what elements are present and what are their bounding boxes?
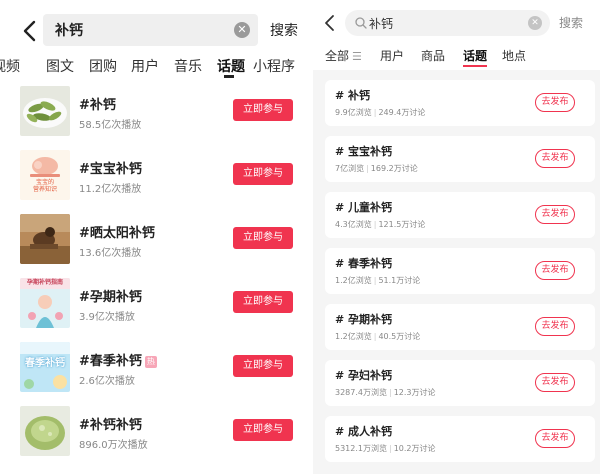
- topic-title: #孕期补钙: [79, 290, 142, 305]
- join-button[interactable]: 立即参与: [233, 99, 293, 121]
- topic-stats: 5312.1万浏览 | 10.2万讨论: [335, 444, 436, 453]
- tab-mini-program[interactable]: 小程序: [253, 56, 295, 76]
- thumbnail-caption: 孕期补钙指南: [26, 279, 63, 286]
- tab-bar: 视频 图文 团购 用户 音乐 话题 小程序: [0, 52, 305, 80]
- tab-products[interactable]: 商品: [421, 47, 445, 64]
- topic-thumbnail: 孕期补钙指南: [20, 278, 70, 328]
- thumbnail-caption: 宝宝的 营养知识: [32, 179, 57, 193]
- join-button[interactable]: 立即参与: [233, 227, 293, 249]
- search-input[interactable]: 补钙: [55, 20, 83, 40]
- clear-icon[interactable]: ✕: [234, 22, 250, 38]
- join-button[interactable]: 立即参与: [233, 419, 293, 441]
- topic-thumbnail: 宝宝的 营养知识: [20, 150, 70, 200]
- topic-play-count: 896.0万次播放: [79, 440, 148, 451]
- topic-card[interactable]: # 孕期补钙 1.2亿浏览 | 40.5万讨论 去发布: [325, 304, 595, 350]
- topic-item[interactable]: 春季补钙 #春季补钙热 2.6亿次播放 立即参与: [0, 342, 305, 404]
- topic-title: # 孕妇补钙: [335, 369, 393, 382]
- topic-card[interactable]: # 宝宝补钙 7亿浏览 | 169.2万讨论 去发布: [325, 136, 595, 182]
- publish-button[interactable]: 去发布: [535, 205, 575, 224]
- search-button[interactable]: 搜索: [270, 20, 298, 40]
- thumbnail-caption: 春季补钙: [25, 358, 65, 369]
- topic-item[interactable]: 宝宝的 营养知识 #宝宝补钙 11.2亿次播放 立即参与: [0, 150, 305, 212]
- topic-thumbnail: [20, 214, 70, 264]
- search-box[interactable]: 补钙 ✕: [43, 14, 258, 46]
- topic-stats: 9.9亿浏览 | 249.4万讨论: [335, 108, 426, 117]
- chevron-left-icon: [325, 15, 334, 31]
- topic-play-count: 58.5亿次播放: [79, 120, 142, 131]
- tab-group-buy[interactable]: 团购: [89, 56, 117, 76]
- topic-item[interactable]: 孕期补钙指南 #孕期补钙 3.9亿次播放 立即参与: [0, 278, 305, 340]
- topic-title: #补钙补钙: [79, 418, 142, 433]
- topic-title: #春季补钙热: [79, 354, 157, 369]
- tab-users[interactable]: 用户: [131, 56, 159, 76]
- tab-music[interactable]: 音乐: [174, 56, 202, 76]
- join-button[interactable]: 立即参与: [233, 291, 293, 313]
- publish-button[interactable]: 去发布: [535, 373, 575, 392]
- active-tab-indicator: [224, 75, 234, 78]
- search-button[interactable]: 搜索: [559, 14, 583, 31]
- chevron-left-icon: [23, 20, 36, 42]
- publish-button[interactable]: 去发布: [535, 317, 575, 336]
- topic-title: #宝宝补钙: [79, 162, 142, 177]
- topic-title: #晒太阳补钙: [79, 226, 155, 241]
- topic-card[interactable]: # 补钙 9.9亿浏览 | 249.4万讨论 去发布: [325, 80, 595, 126]
- panel-divider: [305, 0, 313, 474]
- tab-all[interactable]: 全部 ☰: [325, 47, 362, 64]
- topic-play-count: 2.6亿次播放: [79, 376, 135, 387]
- publish-button[interactable]: 去发布: [535, 149, 575, 168]
- topic-stats: 7亿浏览 | 169.2万讨论: [335, 164, 418, 173]
- topic-card[interactable]: # 春季补钙 1.2亿浏览 | 51.1万讨论 去发布: [325, 248, 595, 294]
- topic-item[interactable]: #晒太阳补钙 13.6亿次播放 立即参与: [0, 214, 305, 276]
- topic-title: # 儿童补钙: [335, 201, 393, 214]
- left-app-panel: 补钙 ✕ 搜索 视频 图文 团购 用户 音乐 话题 小程序: [0, 0, 305, 474]
- topic-play-count: 11.2亿次播放: [79, 184, 142, 195]
- back-button[interactable]: [321, 12, 339, 34]
- header: 补钙 ✕ 搜索 全部 ☰ 用户 商品 话题 地点: [313, 0, 600, 70]
- publish-button[interactable]: 去发布: [535, 261, 575, 280]
- right-app-panel: 补钙 ✕ 搜索 全部 ☰ 用户 商品 话题 地点 # 补钙 9.9亿浏览 | 249.…: [313, 0, 600, 474]
- tab-image-text[interactable]: 图文: [46, 56, 74, 76]
- topic-stats: 1.2亿浏览 | 51.1万讨论: [335, 276, 421, 285]
- topic-item[interactable]: #补钙补钙 896.0万次播放 立即参与: [0, 406, 305, 468]
- topic-thumbnail: [20, 86, 70, 136]
- topic-play-count: 13.6亿次播放: [79, 248, 142, 259]
- hot-badge: 热: [144, 356, 157, 368]
- join-button[interactable]: 立即参与: [233, 355, 293, 377]
- tab-topics[interactable]: 话题: [217, 56, 245, 76]
- topic-title: # 成人补钙: [335, 425, 393, 438]
- topic-item[interactable]: #补钙 58.5亿次播放 立即参与: [0, 86, 305, 148]
- topic-card[interactable]: # 成人补钙 5312.1万浏览 | 10.2万讨论 去发布: [325, 416, 595, 462]
- topic-title: # 春季补钙: [335, 257, 393, 270]
- topic-title: # 宝宝补钙: [335, 145, 393, 158]
- topic-title: # 补钙: [335, 89, 371, 102]
- topic-title: #补钙: [79, 98, 116, 113]
- search-icon: [355, 17, 367, 29]
- tab-topics[interactable]: 话题: [463, 47, 487, 64]
- screenshot-stage: 补钙 ✕ 搜索 视频 图文 团购 用户 音乐 话题 小程序: [0, 0, 600, 474]
- filter-icon[interactable]: ☰: [352, 50, 362, 63]
- tab-users[interactable]: 用户: [380, 47, 404, 64]
- topic-title: # 孕期补钙: [335, 313, 393, 326]
- search-box[interactable]: 补钙 ✕: [345, 10, 550, 36]
- join-button[interactable]: 立即参与: [233, 163, 293, 185]
- tab-places[interactable]: 地点: [502, 47, 526, 64]
- topic-stats: 4.3亿浏览 | 121.5万讨论: [335, 220, 426, 229]
- topic-card[interactable]: # 儿童补钙 4.3亿浏览 | 121.5万讨论 去发布: [325, 192, 595, 238]
- search-input[interactable]: 补钙: [369, 15, 393, 32]
- topic-play-count: 3.9亿次播放: [79, 312, 135, 323]
- topic-thumbnail: [20, 406, 70, 456]
- tab-video[interactable]: 视频: [0, 56, 20, 76]
- topic-stats: 3287.4万浏览 | 12.3万讨论: [335, 388, 436, 397]
- clear-icon[interactable]: ✕: [528, 16, 542, 30]
- publish-button[interactable]: 去发布: [535, 93, 575, 112]
- back-button[interactable]: [18, 16, 42, 46]
- topic-card[interactable]: # 孕妇补钙 3287.4万浏览 | 12.3万讨论 去发布: [325, 360, 595, 406]
- publish-button[interactable]: 去发布: [535, 429, 575, 448]
- active-tab-indicator: [463, 65, 487, 67]
- topic-thumbnail: 春季补钙: [20, 342, 70, 392]
- topic-stats: 1.2亿浏览 | 40.5万讨论: [335, 332, 421, 341]
